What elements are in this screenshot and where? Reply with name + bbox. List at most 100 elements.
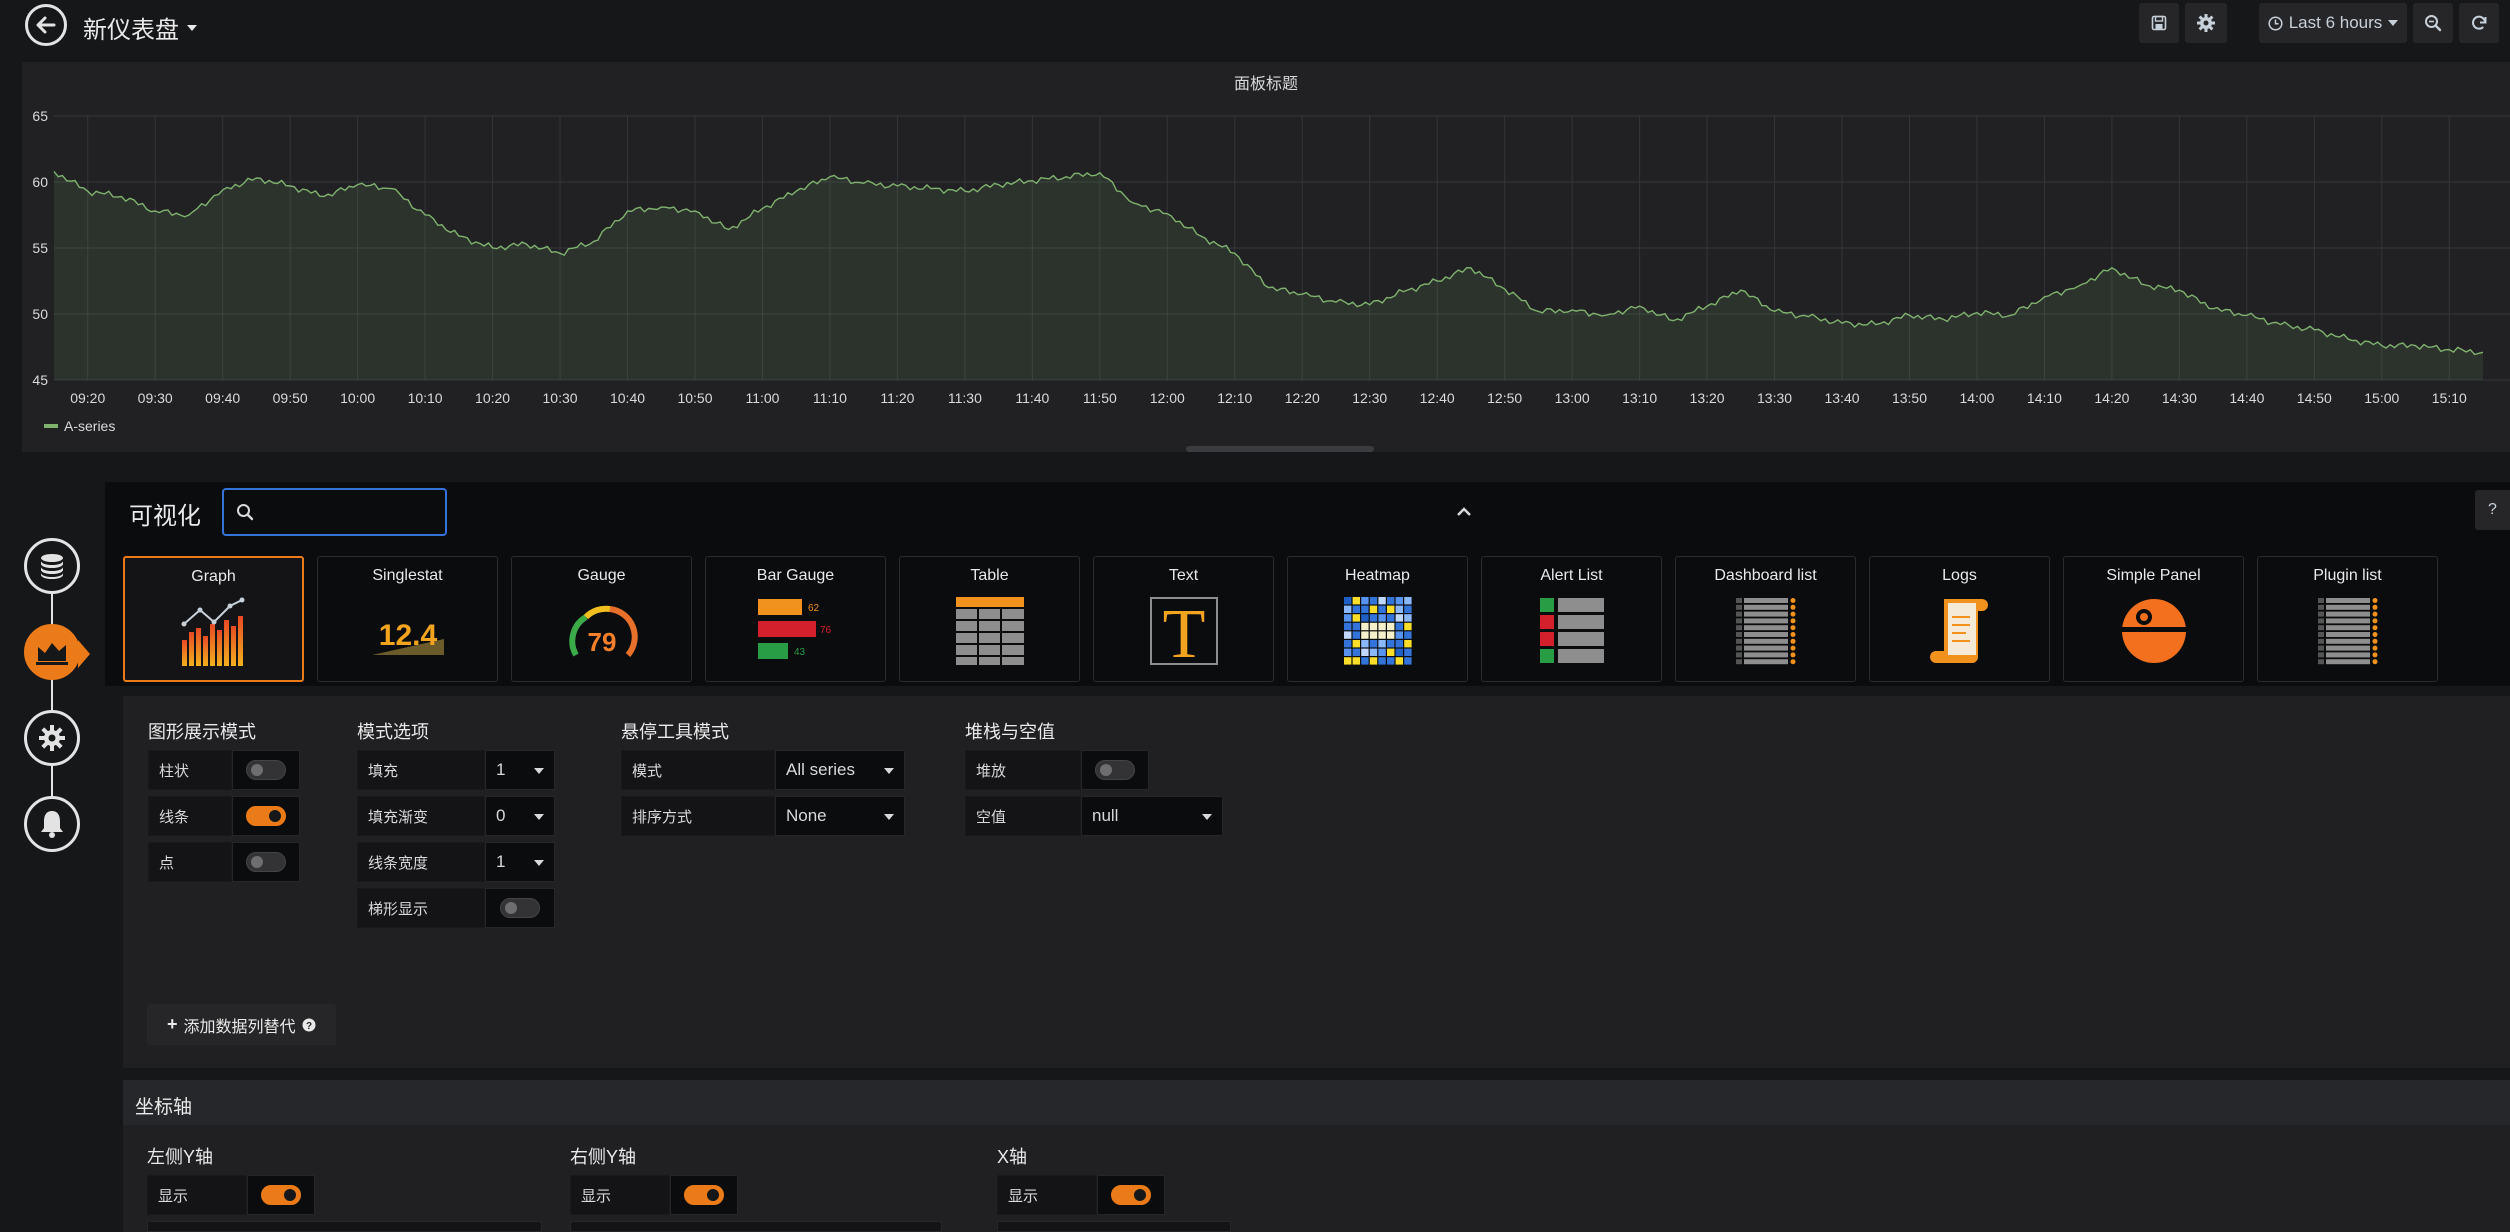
lines-switch-box[interactable]	[232, 796, 300, 836]
logs-icon	[1929, 599, 1988, 663]
back-button[interactable]	[25, 4, 67, 46]
viz-card-name: Graph	[191, 568, 236, 585]
viz-card-simple-panel[interactable]: Simple Panel	[2063, 556, 2244, 682]
chevron-down-icon	[534, 860, 544, 866]
bar-gauge-icon: 62 76 43	[757, 599, 831, 659]
viz-card-graph[interactable]: Graph	[123, 556, 304, 682]
x-tick-label: 11:40	[1015, 390, 1049, 406]
queries-tab-button[interactable]	[24, 538, 80, 594]
chevron-down-icon	[884, 814, 894, 820]
x-axis-mode-field[interactable]	[997, 1221, 1231, 1232]
dashboard-settings-button[interactable]	[2185, 3, 2227, 43]
help-button[interactable]: ?	[2475, 490, 2510, 530]
dashboard-title-dropdown[interactable]: 新仪表盘	[83, 10, 197, 45]
panel-title[interactable]: 面板标题	[22, 70, 2510, 94]
list-row-marker	[1735, 645, 1742, 651]
null-value-field: 空值 null	[965, 796, 1223, 836]
bars-switch[interactable]	[246, 760, 286, 780]
time-range-picker[interactable]: Last 6 hours	[2259, 3, 2407, 43]
heatmap-cell	[1352, 631, 1360, 639]
stack-switch-box[interactable]	[1081, 750, 1149, 790]
list-row-marker	[1735, 611, 1742, 617]
heatmap-cell	[1369, 631, 1377, 639]
zoom-out-button[interactable]	[2413, 3, 2453, 43]
x-tick-label: 13:10	[1622, 390, 1657, 406]
heatmap-cell	[1343, 631, 1351, 639]
viz-card-table[interactable]: Table	[899, 556, 1080, 682]
x-axis-show-box[interactable]	[1097, 1175, 1165, 1215]
graph-legend: A-series	[44, 418, 115, 434]
left-y-show-switch[interactable]	[261, 1185, 301, 1205]
save-dashboard-button[interactable]	[2139, 3, 2179, 43]
visualization-search-input[interactable]	[262, 501, 422, 523]
viz-card-heatmap[interactable]: Heatmap	[1287, 556, 1468, 682]
null-value-select[interactable]: null	[1081, 796, 1223, 836]
list-row-marker	[2317, 598, 2324, 603]
heatmap-cell	[1395, 657, 1403, 665]
right-y-show-box[interactable]	[670, 1175, 738, 1215]
list-row-bar	[2325, 659, 2370, 665]
fill-select[interactable]: 1	[485, 750, 555, 790]
left-y-unit-field[interactable]	[147, 1221, 542, 1232]
heatmap-cell	[1343, 640, 1351, 648]
collapse-visualization-button[interactable]	[1452, 500, 1476, 524]
right-y-show-switch[interactable]	[684, 1185, 724, 1205]
list-row-star	[2372, 598, 2377, 603]
staircase-switch[interactable]	[500, 898, 540, 918]
general-settings-tab-button[interactable]	[24, 710, 80, 766]
graph-chart: 65 60 55 50 45 09:20 09:30 09:40 09:50 10:00 10:10…	[32, 108, 2510, 406]
right-y-unit-field[interactable]	[570, 1221, 942, 1232]
chevron-up-icon	[1457, 507, 1471, 516]
stack-switch[interactable]	[1095, 760, 1135, 780]
tooltip-mode-label: 模式	[621, 750, 775, 790]
viz-card-logs[interactable]: Logs	[1869, 556, 2050, 682]
tooltip-mode-select[interactable]: All series	[775, 750, 905, 790]
viz-card-bar-gauge[interactable]: Bar Gauge 62 76 43	[705, 556, 886, 682]
list-row-bar	[2325, 611, 2370, 617]
viz-card-name: Heatmap	[1345, 567, 1410, 584]
viz-card-gauge[interactable]: Gauge 79	[511, 556, 692, 682]
sort-order-select[interactable]: None	[775, 796, 905, 836]
viz-card-singlestat[interactable]: Singlestat 12.4	[317, 556, 498, 682]
bars-toggle-field: 柱状	[148, 750, 300, 790]
heatmap-cell	[1386, 622, 1394, 631]
list-row-star	[1790, 659, 1795, 665]
left-y-show-box[interactable]	[247, 1175, 315, 1215]
add-series-override-button[interactable]: + 添加数据列替代 ?	[147, 1004, 336, 1045]
search-icon	[237, 504, 254, 521]
viz-card-dashboard-list[interactable]: Dashboard list	[1675, 556, 1856, 682]
viz-card-plugin-list[interactable]: Plugin list	[2257, 556, 2438, 682]
visualization-search-box[interactable]	[222, 488, 447, 536]
right-y-show-field: 显示	[570, 1175, 738, 1215]
x-tick-label: 13:20	[1690, 390, 1725, 406]
points-switch[interactable]	[246, 852, 286, 872]
graph-options-section: 图形展示模式 柱状 线条 点 模式选项 填充 1 填充渐变 0 线条宽度 1 梯…	[123, 696, 2510, 1068]
visualization-list: Graph Singlestat 12.4 Gauge 79 Bar Gauge…	[105, 546, 2510, 686]
axes-section-header[interactable]: 坐标轴	[123, 1080, 2510, 1125]
line-width-field: 线条宽度 1	[357, 842, 555, 882]
visualization-tab-button[interactable]	[24, 624, 80, 680]
x-axis-show-label: 显示	[997, 1175, 1097, 1215]
viz-card-name: Gauge	[577, 567, 626, 584]
heatmap-cell	[1369, 640, 1377, 648]
active-tab-pointer	[78, 640, 90, 668]
heatmap-cell	[1395, 605, 1403, 613]
viz-card-alert-list[interactable]: Alert List	[1481, 556, 1662, 682]
heatmap-cell	[1352, 605, 1360, 613]
viz-card-text[interactable]: Text T	[1093, 556, 1274, 682]
x-axis-show-switch[interactable]	[1111, 1185, 1151, 1205]
panel-resize-handle[interactable]	[1186, 446, 1374, 452]
stacking-title: 堆栈与空值	[965, 722, 1055, 742]
points-switch-box[interactable]	[232, 842, 300, 882]
fill-gradient-select[interactable]: 0	[485, 796, 555, 836]
legend-series-label[interactable]: A-series	[64, 418, 115, 434]
bars-switch-box[interactable]	[232, 750, 300, 790]
line-width-select[interactable]: 1	[485, 842, 555, 882]
list-row-bar	[1743, 611, 1788, 617]
lines-switch[interactable]	[246, 806, 286, 826]
refresh-button[interactable]	[2459, 3, 2499, 43]
heatmap-cell	[1403, 622, 1412, 631]
alert-tab-button[interactable]	[24, 796, 80, 852]
text-icon-glyph: T	[1162, 596, 1205, 667]
staircase-switch-box[interactable]	[485, 888, 555, 928]
